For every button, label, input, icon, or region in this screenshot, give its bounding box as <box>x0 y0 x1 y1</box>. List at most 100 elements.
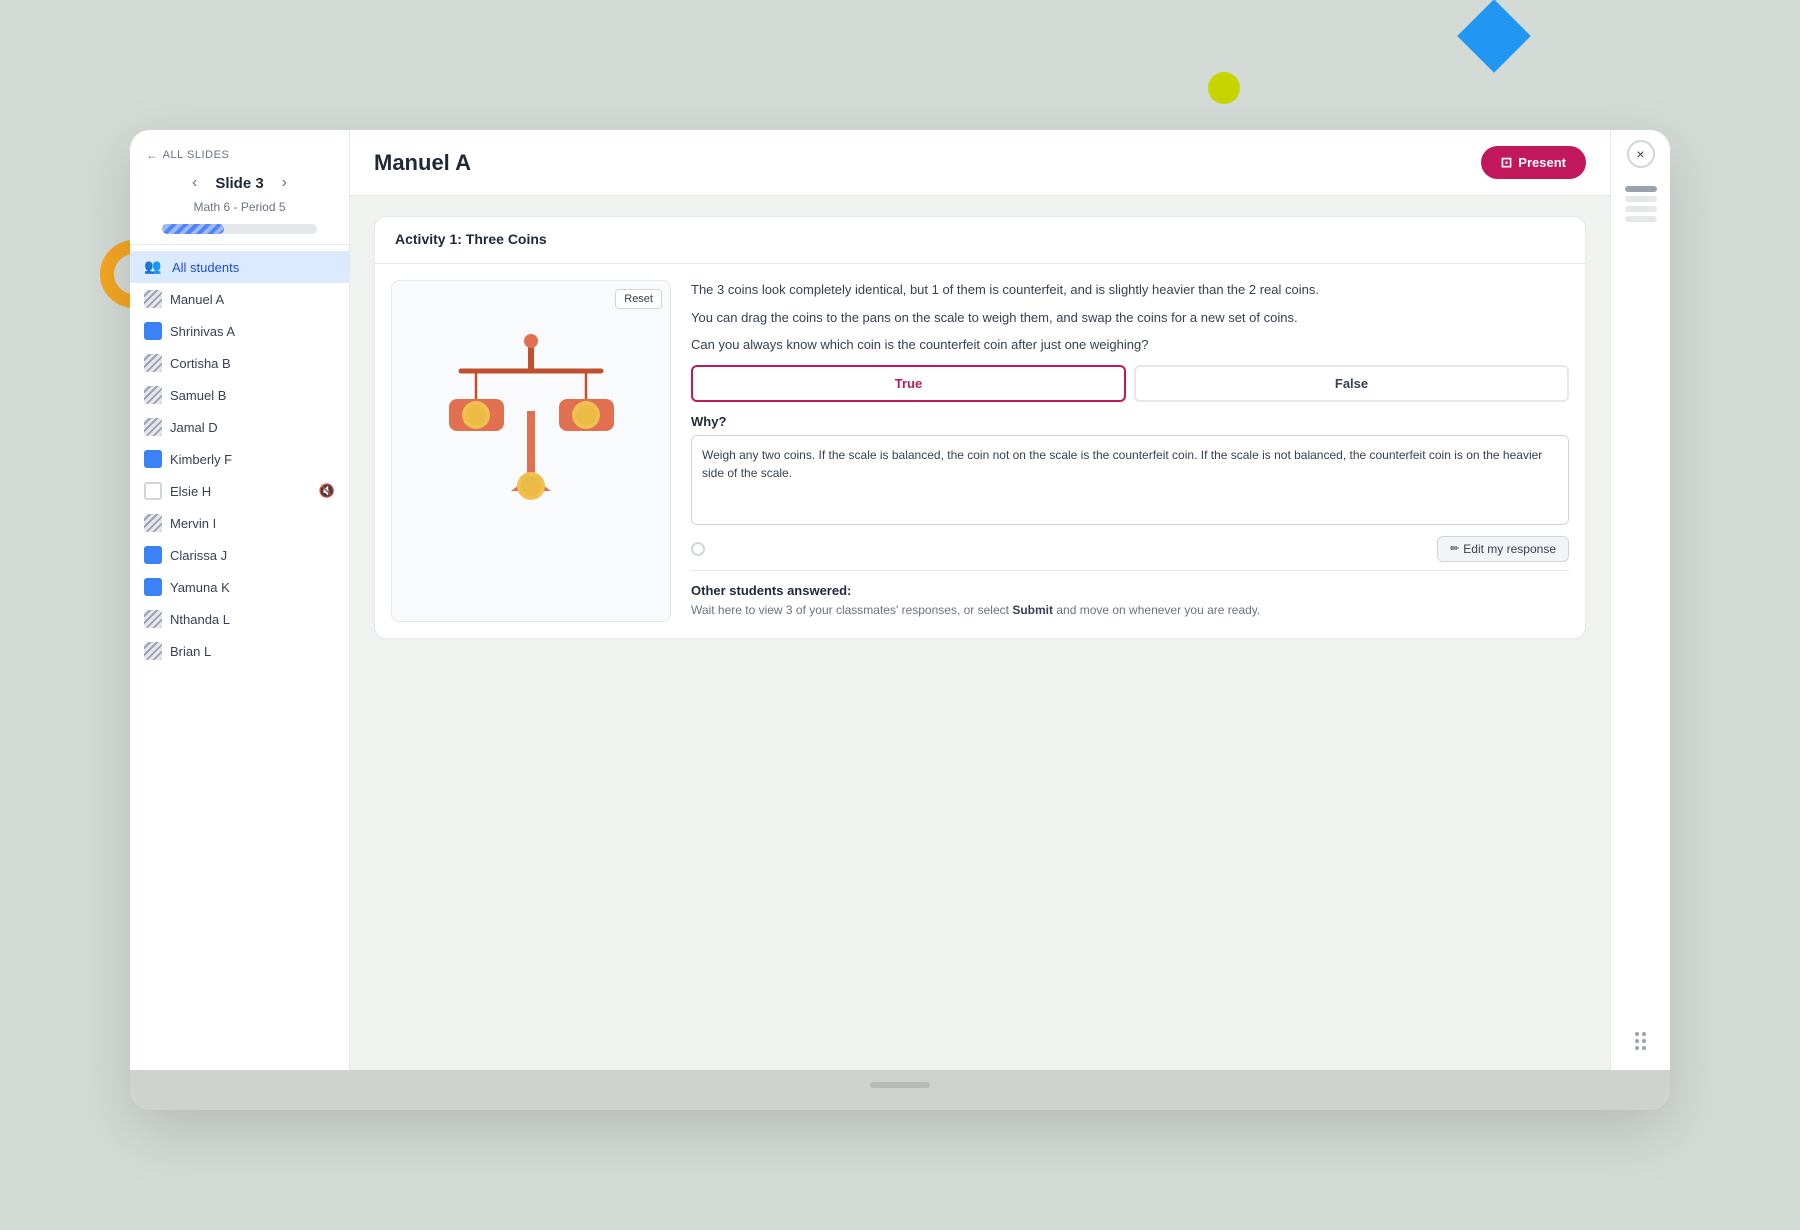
other-students-title: Other students answered: <box>691 583 1569 598</box>
student-item[interactable]: Cortisha B <box>130 347 349 379</box>
student-avatar <box>144 290 162 308</box>
other-students-section: Other students answered: Wait here to vi… <box>691 570 1569 623</box>
laptop-base <box>130 1070 1670 1110</box>
student-item[interactable]: Nthanda L <box>130 603 349 635</box>
activity-card: Activity 1: Three Coins Reset <box>374 216 1586 639</box>
main-header: Manuel A ⊡ Present <box>350 130 1610 196</box>
student-item[interactable]: Jamal D <box>130 411 349 443</box>
student-name: Mervin I <box>170 516 216 531</box>
student-avatar <box>144 514 162 532</box>
sidebar-line <box>1625 186 1657 192</box>
student-name: Cortisha B <box>170 356 231 371</box>
student-item[interactable]: Clarissa J <box>130 539 349 571</box>
all-slides-link[interactable]: ← ALL SLIDES <box>146 148 333 162</box>
all-students-item[interactable]: 👥 All students <box>130 251 349 283</box>
dot <box>1635 1039 1639 1043</box>
student-item[interactable]: Manuel A <box>130 283 349 315</box>
submit-label: Submit <box>1012 603 1053 617</box>
blue-diamond-decoration <box>1457 0 1531 73</box>
present-button[interactable]: ⊡ Present <box>1481 146 1586 179</box>
student-avatar <box>144 610 162 628</box>
app-container: ← ALL SLIDES ‹ Slide 3 › Math 6 - Period… <box>130 130 1670 1070</box>
laptop-screen: ← ALL SLIDES ‹ Slide 3 › Math 6 - Period… <box>130 130 1670 1070</box>
dot-row <box>1635 1032 1646 1036</box>
next-slide-button[interactable]: › <box>276 172 293 194</box>
dot <box>1642 1032 1646 1036</box>
student-item[interactable]: Yamuna K <box>130 571 349 603</box>
activity-header: Activity 1: Three Coins <box>375 217 1585 264</box>
progress-bar-container <box>162 224 317 234</box>
dot <box>1635 1046 1639 1050</box>
yellow-circle-decoration <box>1208 72 1240 104</box>
scale-container: Reset <box>391 280 671 622</box>
student-avatar <box>144 482 162 500</box>
true-button[interactable]: True <box>691 365 1126 402</box>
false-button[interactable]: False <box>1134 365 1569 402</box>
other-students-desc-1: Wait here to view 3 of your classmates' … <box>691 603 1009 617</box>
all-students-icon: 👥 <box>144 258 164 276</box>
student-item[interactable]: Samuel B <box>130 379 349 411</box>
student-name: Jamal D <box>170 420 218 435</box>
present-button-label: Present <box>1518 155 1566 170</box>
close-button[interactable]: × <box>1627 140 1655 168</box>
class-name: Math 6 - Period 5 <box>146 200 333 214</box>
back-arrow-icon: ← <box>146 148 159 162</box>
slide-navigation: ‹ Slide 3 › <box>146 172 333 194</box>
true-false-row: True False <box>691 365 1569 402</box>
student-name: Shrinivas A <box>170 324 235 339</box>
dot-row <box>1635 1046 1646 1050</box>
edit-response-button[interactable]: ✏ Edit my response <box>1437 536 1569 562</box>
all-slides-label: ALL SLIDES <box>163 149 230 161</box>
laptop-frame: ← ALL SLIDES ‹ Slide 3 › Math 6 - Period… <box>130 130 1670 1110</box>
mute-icon: 🔇 <box>319 483 335 499</box>
student-avatar <box>144 546 162 564</box>
sidebar-line <box>1625 196 1657 202</box>
student-name: Brian L <box>170 644 211 659</box>
student-name: Nthanda L <box>170 612 230 627</box>
main-content: Manuel A ⊡ Present Activity 1: Three Coi… <box>350 130 1610 1070</box>
close-icon: × <box>1636 146 1644 162</box>
description-2: You can drag the coins to the pans on th… <box>691 308 1569 328</box>
student-item[interactable]: Shrinivas A <box>130 315 349 347</box>
student-avatar <box>144 642 162 660</box>
student-item-elsie[interactable]: Elsie H 🔇 <box>130 475 349 507</box>
activity-title: Activity 1: Three Coins <box>395 231 547 247</box>
question-text: The 3 coins look completely identical, b… <box>691 280 1569 355</box>
reset-button[interactable]: Reset <box>615 289 662 309</box>
scale-illustration <box>421 291 641 511</box>
dot <box>1635 1032 1639 1036</box>
sidebar-line <box>1625 216 1657 222</box>
student-avatar <box>144 578 162 596</box>
response-footer: ✏ Edit my response <box>691 536 1569 562</box>
student-avatar <box>144 418 162 436</box>
dot-row <box>1635 1039 1646 1043</box>
radio-dot <box>691 542 705 556</box>
present-icon: ⊡ <box>1501 154 1513 171</box>
other-students-desc: Wait here to view 3 of your classmates' … <box>691 602 1569 619</box>
activity-content: Reset <box>375 264 1585 638</box>
student-name: Elsie H <box>170 484 211 499</box>
student-list: 👥 All students Manuel A Shrinivas A <box>130 245 349 1070</box>
question-panel: The 3 coins look completely identical, b… <box>691 280 1569 622</box>
student-avatar <box>144 322 162 340</box>
all-students-label: All students <box>172 260 239 275</box>
progress-bar-fill <box>162 224 224 234</box>
student-avatar <box>144 354 162 372</box>
student-name: Kimberly F <box>170 452 232 467</box>
right-sidebar: × <box>1610 130 1670 1070</box>
student-item[interactable]: Mervin I <box>130 507 349 539</box>
prev-slide-button[interactable]: ‹ <box>186 172 203 194</box>
student-avatar <box>144 450 162 468</box>
response-textarea[interactable]: Weigh any two coins. If the scale is bal… <box>691 435 1569 525</box>
why-label: Why? <box>691 414 1569 429</box>
main-question: Can you always know which coin is the co… <box>691 335 1569 355</box>
student-name: Clarissa J <box>170 548 227 563</box>
student-item[interactable]: Brian L <box>130 635 349 667</box>
dot <box>1642 1046 1646 1050</box>
student-name: Samuel B <box>170 388 226 403</box>
student-avatar <box>144 386 162 404</box>
sidebar-line <box>1625 206 1657 212</box>
sidebar-lines <box>1621 182 1661 226</box>
student-item[interactable]: Kimberly F <box>130 443 349 475</box>
student-name-header: Manuel A <box>374 150 471 176</box>
